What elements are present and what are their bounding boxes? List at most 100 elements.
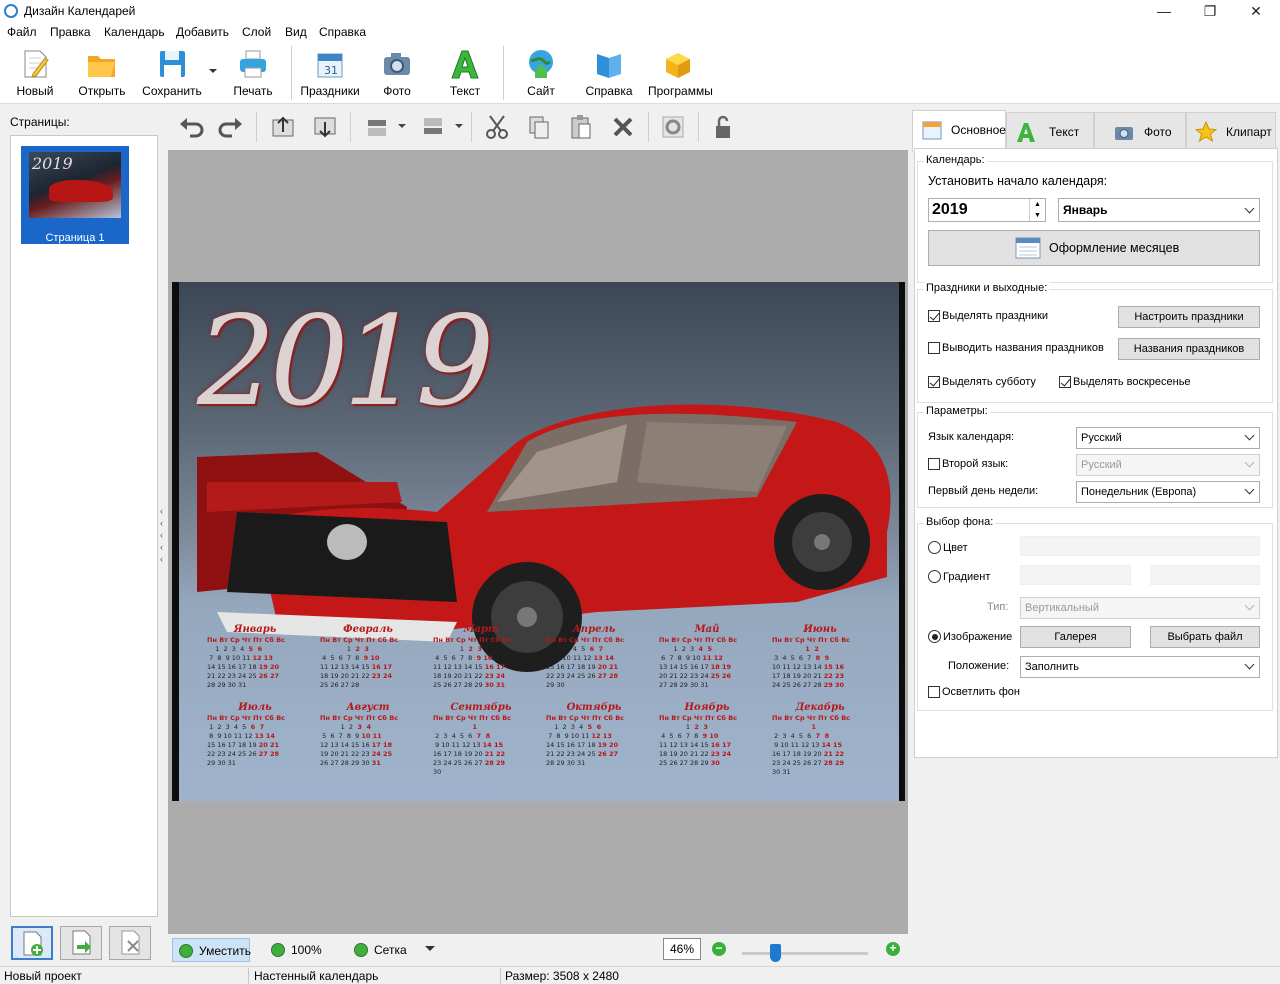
insert-page-button[interactable] — [60, 926, 102, 960]
minimize-button[interactable]: — — [1141, 0, 1187, 22]
calendar-icon: 31 — [317, 53, 343, 78]
menu-view[interactable]: Вид — [285, 25, 307, 39]
year-spinner[interactable]: 2019 ▲ ▼ — [928, 198, 1046, 222]
send-backward-icon[interactable] — [310, 112, 340, 142]
copy-icon[interactable] — [524, 112, 554, 142]
gradient-color-2[interactable] — [1150, 565, 1260, 585]
lock-icon[interactable] — [708, 112, 738, 142]
print-button[interactable]: Печать — [223, 48, 283, 102]
zoom-slider-track[interactable] — [742, 952, 868, 955]
color-picker[interactable] — [1020, 536, 1260, 556]
choose-file-button[interactable]: Выбрать файл — [1150, 626, 1260, 648]
tab-clipart[interactable]: Клипарт — [1186, 112, 1276, 150]
position-select[interactable]: Заполнить — [1020, 656, 1260, 678]
add-page-icon — [23, 931, 43, 956]
calendar-image: 2019 Январь Пн Вт Ср Чт Пт Сб Вс 1 2 3 4 … — [179, 282, 899, 801]
main-toolbar: Новый Открыть Сохранить Печать 31 Праздн… — [0, 42, 1280, 104]
first-day-select[interactable]: Понедельник (Европа) — [1076, 481, 1260, 503]
zoom-in-button[interactable]: + — [886, 942, 900, 956]
redo-icon[interactable] — [216, 112, 246, 142]
color-label: Цвет — [943, 542, 968, 554]
second-language-select[interactable]: Русский — [1076, 454, 1260, 476]
save-dropdown-arrow-icon[interactable] — [208, 68, 218, 76]
save-button[interactable]: Сохранить — [142, 48, 202, 102]
holidays-button[interactable]: 31 Праздники — [300, 48, 360, 102]
year-up-icon[interactable]: ▲ — [1029, 199, 1045, 210]
calendar-language-select[interactable]: Русский — [1076, 427, 1260, 449]
menu-help[interactable]: Справка — [319, 25, 366, 39]
tab-basic[interactable]: Основное — [912, 110, 1006, 152]
month-select[interactable]: Январь — [1058, 198, 1260, 222]
months-design-button[interactable]: Оформление месяцев — [928, 230, 1260, 266]
gradient-type-select[interactable]: Вертикальный — [1020, 597, 1260, 619]
zoom-value-field[interactable]: 46% — [663, 938, 701, 960]
background-group: Выбор фона: Цвет Градиент Тип: Вертикаль… — [917, 516, 1273, 711]
camera-icon — [1115, 127, 1133, 140]
photo-button[interactable]: Фото — [367, 48, 427, 102]
close-button[interactable]: ✕ — [1233, 0, 1279, 22]
cut-icon[interactable] — [482, 112, 512, 142]
align-bottom-icon[interactable] — [418, 112, 448, 142]
month-block: Июнь Пн Вт Ср Чт Пт Сб Вс 1 2 3 4 5 6 7 8… — [772, 624, 868, 704]
gradient-radio[interactable] — [928, 570, 941, 583]
basic-tab-content: Календарь: Установить начало календаря: … — [914, 148, 1278, 758]
menu-calendar[interactable]: Календарь — [104, 25, 165, 39]
zoom-out-button[interactable]: − — [712, 942, 726, 956]
window-title: Дизайн Календарей — [24, 4, 136, 18]
configure-holidays-button[interactable]: Настроить праздники — [1118, 306, 1260, 328]
align-dropdown-arrow-icon[interactable] — [455, 124, 463, 130]
collapse-panel-handle[interactable]: ‹ ‹ ‹ ‹ ‹ — [160, 505, 166, 565]
bring-forward-icon[interactable] — [268, 112, 298, 142]
page-thumbnail[interactable]: 2019 Страница 1 — [21, 146, 129, 244]
chevron-down-icon — [1244, 659, 1255, 670]
gallery-button[interactable]: Галерея — [1020, 626, 1131, 648]
highlight-holidays-checkbox[interactable] — [928, 310, 940, 322]
grid-button[interactable]: Сетка — [348, 938, 410, 962]
weekday-header: Пн Вт Ср Чт Пт Сб Вс — [546, 714, 624, 722]
grid-dropdown-arrow-icon[interactable] — [425, 946, 435, 953]
site-button[interactable]: Сайт — [511, 48, 571, 102]
color-radio[interactable] — [928, 541, 941, 554]
weekday-header: Пн Вт Ср Чт Пт Сб Вс — [772, 636, 850, 644]
align-top-icon[interactable] — [362, 112, 392, 142]
delete-page-button[interactable] — [109, 926, 151, 960]
highlight-sunday-checkbox[interactable] — [1059, 376, 1071, 388]
design-canvas[interactable]: 2019 Январь Пн Вт Ср Чт Пт Сб Вс 1 2 3 4 … — [168, 150, 908, 934]
menu-edit[interactable]: Правка — [50, 25, 91, 39]
month-day-grid: Пн Вт Ср Чт Пт Сб Вс 1 2 3 4 5 6 7 8 9 1… — [546, 636, 624, 689]
zoom-slider-thumb[interactable] — [770, 944, 781, 962]
highlight-saturday-checkbox[interactable] — [928, 376, 940, 388]
text-button[interactable]: Текст — [435, 48, 495, 102]
new-button[interactable]: Новый — [5, 48, 65, 102]
undo-icon[interactable] — [176, 112, 206, 142]
fit-button[interactable]: Уместить — [172, 938, 251, 962]
tab-photo[interactable]: Фото — [1094, 112, 1186, 150]
image-radio[interactable] — [928, 630, 941, 643]
tab-text[interactable]: Текст — [1006, 112, 1094, 150]
month-day-grid: Пн Вт Ср Чт Пт Сб Вс 1 2 3 4 5 6 7 8 9 1… — [772, 714, 850, 776]
month-day-grid: Пн Вт Ср Чт Пт Сб Вс 1 2 3 4 5 6 7 8 9 1… — [433, 636, 511, 689]
show-holiday-names-checkbox[interactable] — [928, 342, 940, 354]
open-button[interactable]: Открыть — [72, 48, 132, 102]
delete-icon[interactable] — [608, 112, 638, 142]
second-language-checkbox[interactable] — [928, 458, 940, 470]
lighten-background-checkbox[interactable] — [928, 686, 940, 698]
month-day-grid: Пн Вт Ср Чт Пт Сб Вс 1 2 3 4 5 6 7 8 9 1… — [320, 714, 398, 767]
help-button[interactable]: Справка — [579, 48, 639, 102]
month-day-grid: Пн Вт Ср Чт Пт Сб Вс 1 2 3 4 5 6 7 8 9 1… — [207, 636, 285, 689]
menu-file[interactable]: Файл — [7, 25, 37, 39]
menu-add[interactable]: Добавить — [176, 25, 229, 39]
menu-layer[interactable]: Слой — [242, 25, 271, 39]
holiday-names-button[interactable]: Названия праздников — [1118, 338, 1260, 360]
restore-button[interactable]: ❐ — [1187, 0, 1233, 22]
zoom-100-button[interactable]: 100% — [265, 938, 329, 962]
align-dropdown-arrow-icon[interactable] — [398, 124, 406, 130]
year-down-icon[interactable]: ▼ — [1029, 210, 1045, 221]
gradient-color-1[interactable] — [1020, 565, 1131, 585]
paste-icon[interactable] — [566, 112, 596, 142]
add-page-button[interactable] — [11, 926, 53, 960]
settings-gear-icon[interactable] — [658, 112, 688, 142]
programs-button[interactable]: Программы — [648, 48, 713, 102]
month-name: Ноябрь — [684, 702, 730, 713]
calendar-page[interactable]: 2019 Январь Пн Вт Ср Чт Пт Сб Вс 1 2 3 4 … — [172, 282, 905, 801]
